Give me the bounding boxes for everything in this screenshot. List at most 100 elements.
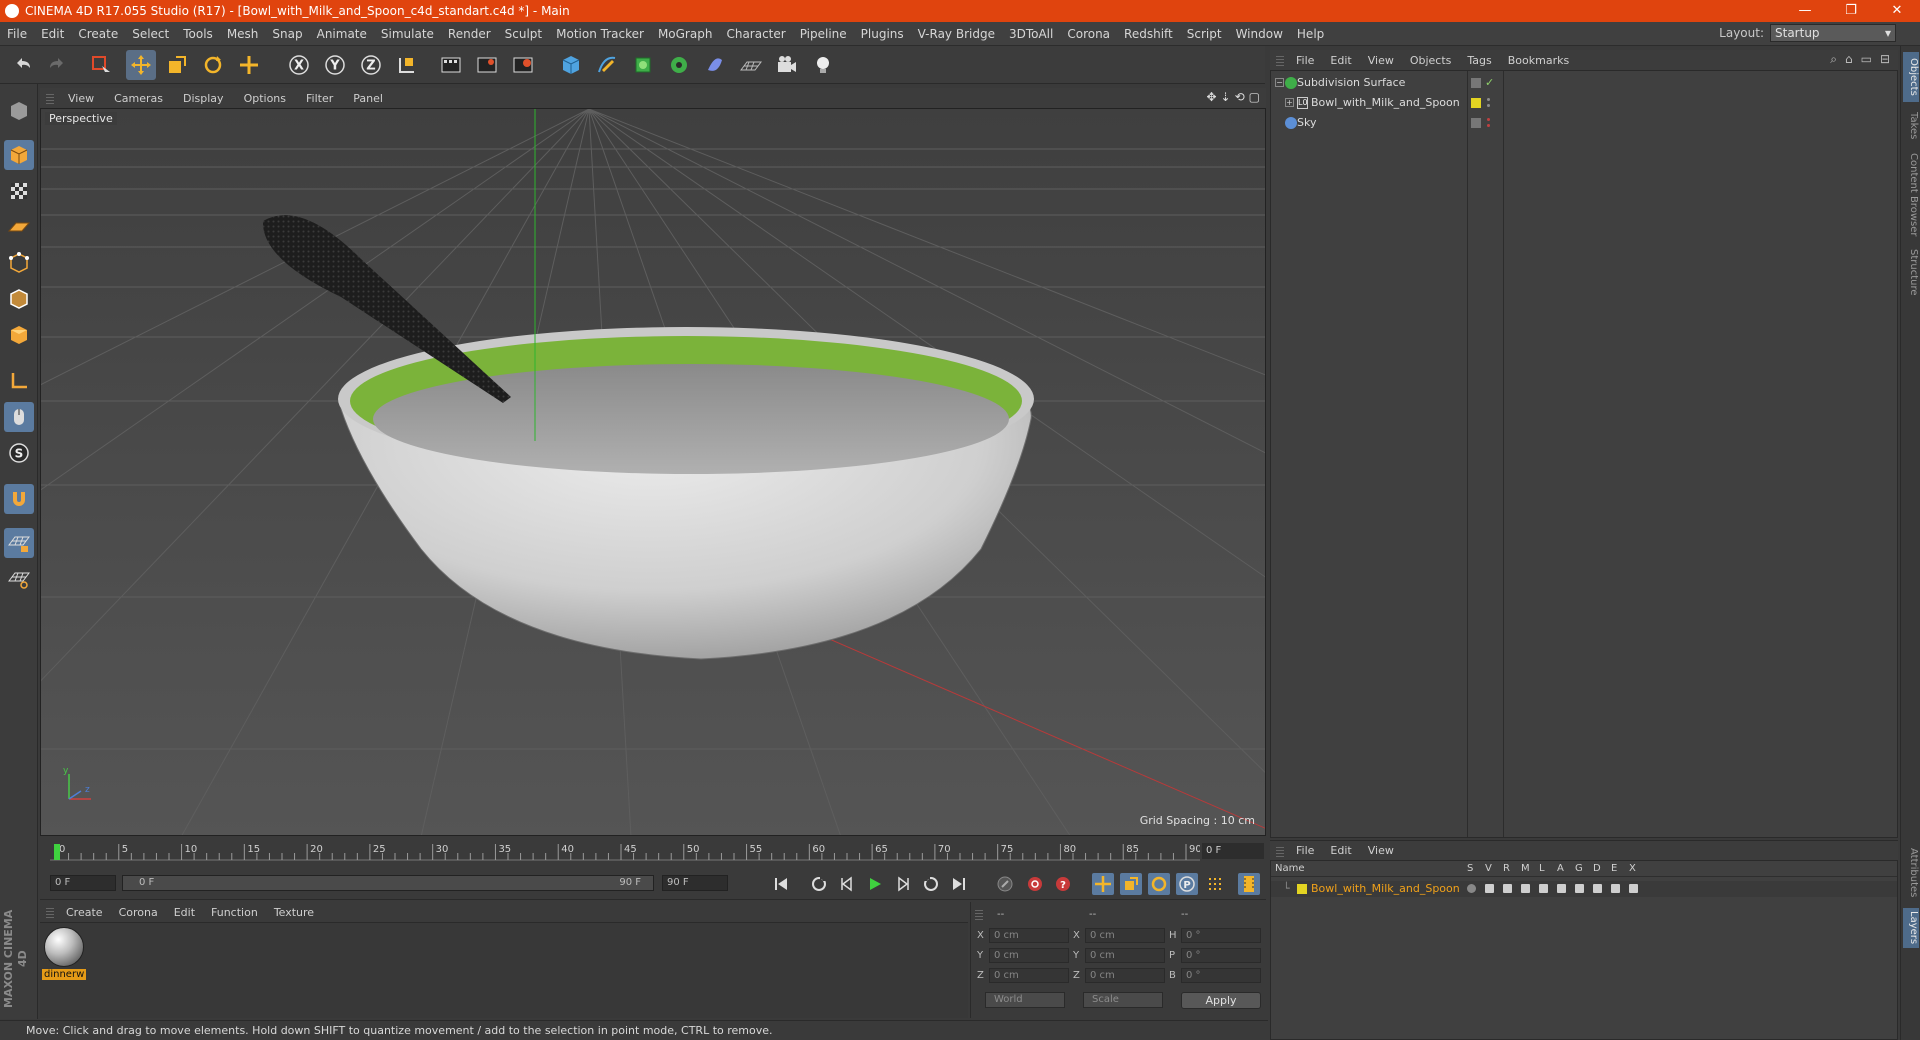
orbit-icon[interactable]: ⟲	[1235, 90, 1245, 104]
tab-layers[interactable]: Layers	[1903, 908, 1919, 948]
polygons-mode-button[interactable]	[4, 320, 34, 350]
subdivision-button[interactable]	[628, 50, 658, 80]
perspective-viewport[interactable]: y z Perspective Grid Spacing : 10 cm	[40, 108, 1266, 836]
rotation-b-field[interactable]: 0 °	[1181, 968, 1261, 983]
layer-column-l[interactable]: L	[1539, 863, 1545, 874]
deformer-button[interactable]	[700, 50, 730, 80]
tab-takes[interactable]: Takes	[1903, 106, 1919, 146]
pen-spline-button[interactable]	[592, 50, 622, 80]
menu-motion-tracker[interactable]: Motion Tracker	[549, 22, 651, 46]
search-icon[interactable]: ⌕	[1830, 52, 1837, 67]
layer-flag-m-icon[interactable]	[1521, 884, 1530, 893]
light-button[interactable]	[808, 50, 838, 80]
layer-flag-g-icon[interactable]	[1575, 884, 1584, 893]
menu-v-ray-bridge[interactable]: V-Ray Bridge	[911, 22, 1002, 46]
move-tool-button[interactable]	[126, 50, 156, 80]
editor-visibility-dot-icon[interactable]	[1487, 98, 1490, 101]
layer-flag-x-icon[interactable]	[1629, 884, 1638, 893]
material-menu-corona[interactable]: Corona	[111, 906, 166, 919]
playhead-marker[interactable]	[54, 844, 60, 860]
points-mode-button[interactable]	[4, 248, 34, 278]
timeline-window-button[interactable]	[1238, 873, 1260, 895]
apply-button[interactable]: Apply	[1181, 992, 1261, 1009]
object-row[interactable]: + L0 Bowl_with_Milk_and_Spoon	[1271, 95, 1897, 111]
make-editable-button[interactable]	[4, 96, 34, 126]
position-y-field[interactable]: 0 cm	[989, 948, 1069, 963]
new-view-icon[interactable]: ▭	[1861, 52, 1872, 67]
render-view-button[interactable]	[436, 50, 466, 80]
play-forward-button[interactable]	[864, 873, 886, 895]
undo-button[interactable]	[8, 50, 38, 80]
object-row[interactable]: Sky	[1271, 115, 1897, 131]
floor-button[interactable]	[736, 50, 766, 80]
menu-simulate[interactable]: Simulate	[374, 22, 441, 46]
restore-button[interactable]: ❐	[1828, 0, 1874, 22]
material-swatch[interactable]: dinnerw	[42, 925, 86, 981]
mograph-button[interactable]	[664, 50, 694, 80]
go-to-start-button[interactable]	[770, 873, 792, 895]
layer-menu-view[interactable]: View	[1360, 844, 1402, 857]
object-menu-file[interactable]: File	[1288, 54, 1322, 67]
frame-range-slider[interactable]: 0 F 90 F	[122, 875, 654, 891]
menu-mograph[interactable]: MoGraph	[651, 22, 720, 46]
layer-menu-edit[interactable]: Edit	[1322, 844, 1359, 857]
editor-visibility-dot-icon[interactable]	[1487, 118, 1490, 121]
go-to-end-button[interactable]	[948, 873, 970, 895]
layer-flag-d-icon[interactable]	[1593, 884, 1602, 893]
camera-button[interactable]	[772, 50, 802, 80]
viewport-menu-cameras[interactable]: Cameras	[104, 92, 173, 105]
go-to-previous-frame-button[interactable]	[836, 873, 858, 895]
viewport-menu-view[interactable]: View	[58, 92, 104, 105]
key-parameter-button[interactable]: P	[1176, 873, 1198, 895]
viewport-menu-options[interactable]: Options	[234, 92, 296, 105]
menu-corona[interactable]: Corona	[1060, 22, 1117, 46]
home-icon[interactable]: ⌂	[1845, 52, 1853, 67]
position-z-field[interactable]: 0 cm	[989, 968, 1069, 983]
object-menu-edit[interactable]: Edit	[1322, 54, 1359, 67]
expand-toggle-icon[interactable]: +	[1285, 98, 1294, 107]
menu-sculpt[interactable]: Sculpt	[498, 22, 549, 46]
cube-primitive-button[interactable]	[556, 50, 586, 80]
key-rotation-button[interactable]	[1148, 873, 1170, 895]
layer-color-tag-icon[interactable]	[1471, 98, 1481, 108]
layer-column-e[interactable]: E	[1611, 863, 1617, 874]
material-menu-texture[interactable]: Texture	[266, 906, 322, 919]
object-menu-view[interactable]: View	[1360, 54, 1402, 67]
key-point-level-button[interactable]	[1204, 873, 1226, 895]
layer-column-m[interactable]: M	[1521, 863, 1530, 874]
menu-help[interactable]: Help	[1290, 22, 1331, 46]
layer-column-x[interactable]: X	[1629, 863, 1636, 874]
planar-workplane-button[interactable]	[4, 564, 34, 594]
edges-mode-button[interactable]	[4, 284, 34, 314]
object-menu-bookmarks[interactable]: Bookmarks	[1500, 54, 1577, 67]
key-scale-button[interactable]	[1120, 873, 1142, 895]
size-mode-dropdown[interactable]: Scale	[1083, 992, 1163, 1008]
world-coordinates-button[interactable]	[392, 50, 422, 80]
material-menu-edit[interactable]: Edit	[166, 906, 203, 919]
keyframe-selection-button[interactable]: ?	[1052, 873, 1074, 895]
locked-workplane-button[interactable]	[4, 528, 34, 558]
close-button[interactable]: ✕	[1874, 0, 1920, 22]
rotate-tool-button[interactable]	[198, 50, 228, 80]
layer-visibility-icon[interactable]	[1471, 118, 1481, 128]
menu-snap[interactable]: Snap	[265, 22, 309, 46]
layer-column-r[interactable]: R	[1503, 863, 1510, 874]
layer-flag-e-icon[interactable]	[1611, 884, 1620, 893]
object-row[interactable]: − Subdivision Surface ✓	[1271, 75, 1897, 91]
layer-column-a[interactable]: A	[1557, 863, 1564, 874]
viewport-menu-panel[interactable]: Panel	[343, 92, 393, 105]
menu-character[interactable]: Character	[719, 22, 792, 46]
axis-mode-button[interactable]	[4, 366, 34, 396]
layout-dropdown[interactable]: Startup	[1770, 24, 1896, 42]
layer-color-swatch[interactable]	[1297, 884, 1307, 894]
end-frame-field[interactable]: 90 F	[662, 875, 728, 891]
viewport-menu-filter[interactable]: Filter	[296, 92, 343, 105]
layer-flag-s-icon[interactable]	[1467, 884, 1476, 893]
pan-icon[interactable]: ✥	[1206, 90, 1216, 104]
record-active-objects-button[interactable]	[994, 873, 1016, 895]
menu-animate[interactable]: Animate	[310, 22, 374, 46]
collapse-toggle-icon[interactable]: −	[1275, 78, 1284, 87]
menu-mesh[interactable]: Mesh	[220, 22, 266, 46]
y-axis-lock-button[interactable]: Y	[320, 50, 350, 80]
layer-column-g[interactable]: G	[1575, 863, 1583, 874]
